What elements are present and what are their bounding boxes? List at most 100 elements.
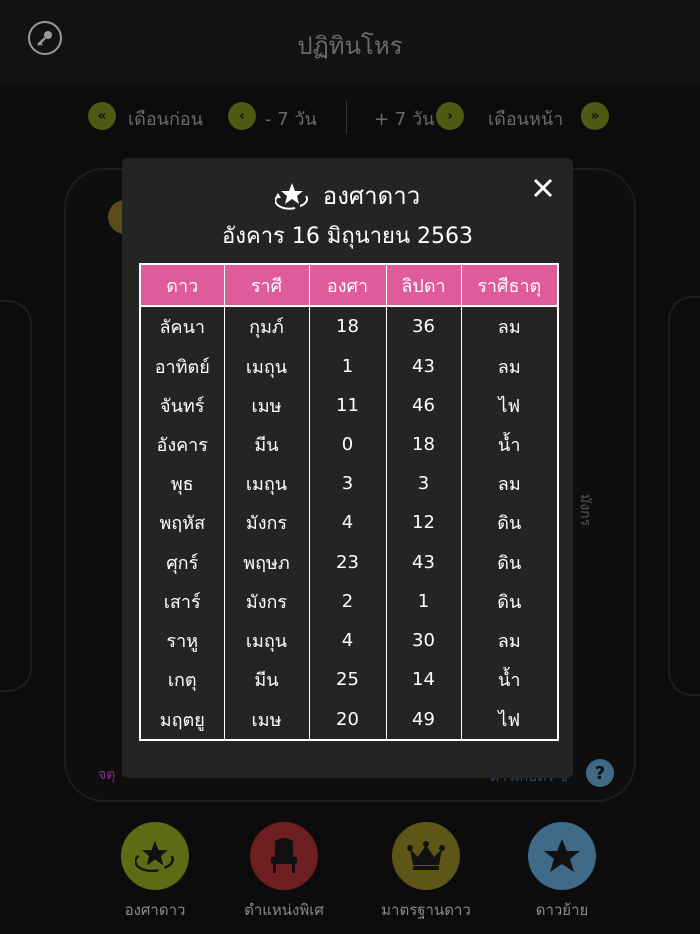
table-row: ราหู เมถุน 4 30 ลม: [140, 620, 558, 661]
table-cell: อาทิตย์: [154, 356, 210, 378]
column-header: องศา: [308, 264, 386, 307]
table-cell: 30: [385, 620, 461, 661]
double-chevron-right-icon: »: [590, 108, 600, 124]
table-cell: 4: [308, 503, 386, 543]
page-title: ปฏิทินโหร: [297, 32, 403, 60]
table-cell: มังกร: [223, 581, 309, 621]
star-icon: [544, 839, 580, 872]
background-vertical-text: มังกร: [577, 494, 593, 527]
table-cell: จันทร์: [160, 395, 205, 417]
question-icon: ?: [594, 762, 606, 784]
table-cell: ไฟ: [460, 385, 558, 425]
previous-card-edge[interactable]: [0, 300, 32, 692]
table-cell: 1: [308, 346, 386, 386]
table-cell: 3: [308, 464, 386, 504]
next-card-edge[interactable]: [668, 296, 700, 696]
table-cell: เมษ: [223, 699, 309, 740]
help-button[interactable]: ?: [586, 759, 614, 787]
table-cell: มีน: [223, 424, 309, 465]
table-row: อาทิตย์ เมถุน 1 43 ลม: [140, 346, 558, 386]
table-cell: มีน: [223, 660, 309, 700]
table-cell: 12: [385, 503, 461, 543]
column-header: ราศี: [223, 264, 309, 307]
background-bottom-left-text: จตุ: [98, 767, 116, 783]
table-cell: เมถุน: [223, 620, 309, 661]
table-cell: 18: [385, 424, 461, 465]
table-cell: 36: [385, 306, 461, 347]
table-row: เสาร์ มังกร 2 1 ดิน: [140, 581, 558, 621]
rotating-star-icon: [135, 840, 174, 873]
table-cell: 46: [385, 385, 461, 425]
minus-week-label[interactable]: - 7 วัน: [265, 104, 317, 133]
nav-moving-circle: [528, 822, 596, 890]
prev-month-button[interactable]: «: [88, 102, 116, 130]
table-row: ลัคนา กุมภ์ 18 36 ลม: [140, 306, 558, 347]
top-bar: ปฏิทินโหร: [0, 0, 700, 84]
double-chevron-left-icon: «: [97, 108, 107, 124]
close-button[interactable]: [527, 172, 559, 204]
table-cell: ดิน: [460, 503, 558, 543]
nav-special-label: ตำแหน่งพิเศ: [244, 901, 324, 919]
table-cell: ดิน: [460, 581, 558, 621]
minus-week-button[interactable]: ‹: [228, 102, 256, 130]
table-row: พุธ เมถุน 3 3 ลม: [140, 464, 558, 504]
table-cell: พฤหัส: [159, 513, 206, 535]
table-cell: อังคาร: [156, 435, 208, 457]
nav-special-position[interactable]: ตำแหน่งพิเศ: [204, 822, 364, 922]
table-cell: 20: [308, 699, 386, 740]
modal-title: องศาดาว: [322, 182, 421, 210]
table-row: อังคาร มีน 0 18 น้ำ: [140, 424, 558, 465]
table-cell: ลัคนา: [159, 317, 205, 339]
table-cell: ลม: [460, 306, 558, 347]
table-cell: 3: [385, 464, 461, 504]
table-cell: 23: [308, 542, 386, 582]
table-row: เกตุ มีน 25 14 น้ำ: [140, 660, 558, 700]
table-cell: 43: [385, 542, 461, 582]
prev-month-label[interactable]: เดือนก่อน: [128, 104, 203, 133]
table-row: ศุกร์ พฤษภ 23 43 ดิน: [140, 542, 558, 582]
table-cell: น้ำ: [460, 424, 558, 465]
next-month-label[interactable]: เดือนหน้า: [488, 104, 563, 133]
close-icon: [533, 178, 553, 198]
table-cell: พุธ: [170, 474, 194, 496]
table-cell: เมถุน: [223, 464, 309, 504]
table-cell: 14: [385, 660, 461, 700]
table-cell: 1: [385, 581, 461, 621]
next-month-button[interactable]: »: [581, 102, 609, 130]
modal-date: อังคาร 16 มิถุนายน 2563: [222, 224, 473, 249]
table-cell: ศุกร์: [166, 552, 199, 574]
table-cell: กุมภ์: [223, 306, 309, 347]
nav-standard-circle: [392, 822, 460, 890]
table-cell: 43: [385, 346, 461, 386]
throne-chair-icon: [271, 838, 297, 873]
table-row: พฤหัส มังกร 4 12 ดิน: [140, 503, 558, 543]
rotating-star-icon: [274, 182, 308, 210]
table-cell: 0: [308, 424, 386, 465]
column-header: ราศีธาตุ: [460, 264, 558, 307]
date-nav: « เดือนก่อน ‹ - 7 วัน + 7 วัน › เดือนหน้…: [0, 96, 700, 136]
table-cell: ดิน: [460, 542, 558, 582]
nav-degree-circle: [121, 822, 189, 890]
table-cell: 2: [308, 581, 386, 621]
table-cell: 25: [308, 660, 386, 700]
table-cell: เกตุ: [167, 670, 197, 692]
table-row: จันทร์ เมษ 11 46 ไฟ: [140, 385, 558, 425]
table-row: มฤตยู เมษ 20 49 ไฟ: [140, 699, 558, 740]
column-header: ลิปดา: [385, 264, 461, 307]
bottom-nav: องศาดาว ตำแหน่งพิเศ มาตรฐานดาว ดาวย้าย: [0, 812, 700, 934]
table-cell: เมถุน: [223, 346, 309, 386]
table-cell: 49: [385, 699, 461, 740]
crown-icon: [407, 841, 445, 870]
degree-modal: องศาดาว อังคาร 16 มิถุนายน 2563 ดาว ราศี…: [122, 158, 573, 778]
plus-week-button[interactable]: ›: [436, 102, 464, 130]
table-cell: ลม: [460, 464, 558, 504]
table-cell: น้ำ: [460, 660, 558, 700]
chevron-left-icon: ‹: [239, 108, 245, 124]
table-cell: ราหู: [166, 631, 199, 653]
table-cell: มังกร: [223, 503, 309, 543]
nav-moving-star[interactable]: ดาวย้าย: [482, 822, 642, 922]
modal-header: องศาดาว: [122, 176, 573, 215]
plus-week-label[interactable]: + 7 วัน: [374, 104, 434, 133]
table-cell: เสาร์: [163, 591, 201, 613]
table-cell: มฤตยู: [159, 709, 205, 731]
